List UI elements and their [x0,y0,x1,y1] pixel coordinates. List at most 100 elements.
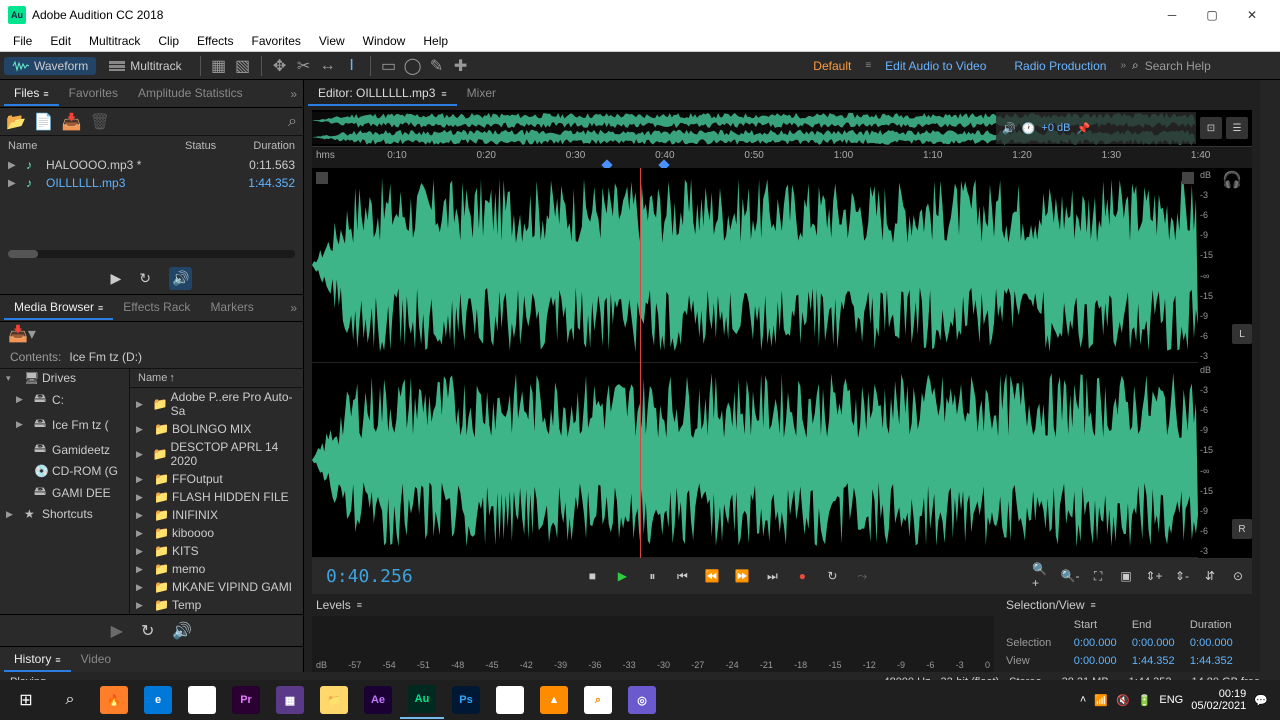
view-dur[interactable]: 1:44.352 [1190,655,1248,667]
folder-item[interactable]: ▶📁MKANE VIPIND GAMI [130,578,303,596]
fast-forward-button[interactable]: ⏩ [732,566,752,586]
tray-network-icon[interactable]: 📶 [1094,694,1108,707]
gain-value[interactable]: +0 dB [1041,122,1070,134]
expand-icon[interactable]: ▶ [8,160,26,171]
panel-overflow-icon[interactable]: » [290,87,297,101]
lasso-tool[interactable]: ◯ [401,55,425,77]
menu-effects[interactable]: Effects [188,32,242,50]
go-to-start-button[interactable]: ⏮ [672,566,692,586]
pause-button[interactable]: ⏸ [642,566,662,586]
channel-r-label[interactable]: R [1232,519,1252,539]
horizontal-scrollbar[interactable] [8,250,295,258]
tab-favorites[interactable]: Favorites [59,82,128,106]
close-button[interactable]: ✕ [1232,1,1272,29]
menu-file[interactable]: File [4,32,41,50]
hud-button[interactable]: ⊡ [1200,117,1222,139]
folder-item[interactable]: ▶📁kiboooo [130,524,303,542]
tray-language[interactable]: ENG [1159,694,1183,706]
folder-item[interactable]: ▶📁FLASH HIDDEN FILE [130,488,303,506]
zoom-selection-button[interactable]: ▣ [1116,566,1136,586]
expand-icon[interactable]: ▶ [8,178,26,189]
stop-button[interactable]: ■ [582,566,602,586]
rewind-button[interactable]: ⏪ [702,566,722,586]
multitrack-view-toggle[interactable]: Multitrack [100,57,189,75]
channel-toggle-l[interactable] [316,172,328,184]
zoom-full-button[interactable]: ⛶ [1088,566,1108,586]
channel-l-label[interactable]: L [1232,324,1252,344]
view-spectral-button[interactable]: ▦ [207,55,231,77]
headphone-icon[interactable]: 🎧 [1222,170,1240,188]
import-button[interactable]: 📥 [62,112,82,132]
taskbar-app4[interactable]: ⌕ [576,681,620,719]
preview-auto-button[interactable]: 🔊 [169,267,192,290]
menu-favorites[interactable]: Favorites [243,32,310,50]
brush-tool[interactable]: ✎ [425,55,449,77]
start-button[interactable]: ⊞ [4,681,48,719]
col-status[interactable]: Status [185,140,235,152]
col-name[interactable]: Name [8,140,185,152]
channel-toggle-l2[interactable] [1182,172,1194,184]
tree-shortcuts[interactable]: ▶★ Shortcuts [0,505,129,523]
name-col[interactable]: Name [138,372,167,384]
waveform-view-toggle[interactable]: Waveform [4,57,96,75]
tray-chevron-icon[interactable]: ˄ [1080,694,1086,706]
healing-tool[interactable]: ✚ [449,55,473,77]
tab-editor[interactable]: Editor: OILLLLLL.mp3≡ [308,82,457,106]
contents-path[interactable]: Ice Fm tz (D:) [69,350,142,364]
tree-drive[interactable]: ▶🖴C: [0,387,129,412]
tray-notifications-icon[interactable]: 💬 [1254,694,1268,707]
tab-markers[interactable]: Markers [200,296,263,320]
menu-help[interactable]: Help [414,32,457,50]
time-selection-tool[interactable]: I [340,55,364,77]
panel-overflow-icon[interactable]: » [290,301,297,315]
go-to-end-button[interactable]: ⏭ [762,566,782,586]
taskbar-aftereffects[interactable]: Ae [356,681,400,719]
open-file-button[interactable]: 📂 [6,112,26,132]
taskbar-app[interactable]: 🔥 [92,681,136,719]
search-button[interactable]: ⌕ [48,681,92,719]
tab-mixer[interactable]: Mixer [457,82,506,106]
list-view-button[interactable]: ☰ [1226,117,1248,139]
mb-auto-button[interactable]: 🔊 [172,621,192,641]
waveform-display[interactable]: dB -3 -6 -9 -15 -∞ -15 -9 -6 -3 dB -3 -6… [312,168,1252,558]
sel-end[interactable]: 0:00.000 [1132,637,1190,649]
folder-item[interactable]: ▶📁DESCTOP APRL 14 2020 [130,438,303,470]
tree-drive[interactable]: 🖴GAMI DEE [0,480,129,505]
zoom-out-amp-button[interactable]: ⇕- [1172,566,1192,586]
menu-window[interactable]: Window [354,32,415,50]
taskbar-photoshop[interactable]: Ps [444,681,488,719]
filter-button[interactable]: ⌕ [288,113,297,131]
tree-drive[interactable]: 💿CD-ROM (G [0,462,129,480]
taskbar-app5[interactable]: ◎ [620,681,664,719]
folder-item[interactable]: ▶📁FFOutput [130,470,303,488]
zoom-out-button[interactable]: 🔍- [1060,566,1080,586]
menu-clip[interactable]: Clip [149,32,188,50]
preview-play-button[interactable]: ▶ [111,270,122,287]
tab-amplitude-stats[interactable]: Amplitude Statistics [128,82,253,106]
view-start[interactable]: 0:00.000 [1074,655,1132,667]
pin-icon[interactable]: 📌 [1076,122,1090,135]
overview-waveform[interactable]: 🔊 🕐 +0 dB 📌 ⊡ ☰ [312,110,1252,146]
playhead-line[interactable] [640,168,641,558]
timecode-display[interactable]: 0:40.256 [316,566,423,587]
workspace-default[interactable]: Default [799,59,865,73]
tray-volume-icon[interactable]: 🔇 [1116,694,1130,707]
import-media-button[interactable]: 📥▾ [8,324,36,344]
workspace-radio[interactable]: Radio Production [1000,59,1120,73]
taskbar-premiere[interactable]: Pr [224,681,268,719]
view-pitch-button[interactable]: ▧ [231,55,255,77]
sel-start[interactable]: 0:00.000 [1074,637,1132,649]
zoom-in-amp-button[interactable]: ⇕+ [1144,566,1164,586]
menu-edit[interactable]: Edit [41,32,80,50]
tree-drive[interactable]: 🖴Gamideetz [0,437,129,462]
folder-item[interactable]: ▶📁Temp [130,596,303,614]
play-button[interactable]: ▶ [612,566,632,586]
skip-selection-button[interactable]: ⤳ [852,566,872,586]
folder-item[interactable]: ▶📁INIFINIX [130,506,303,524]
taskbar-app2[interactable]: ▦ [268,681,312,719]
taskbar-vlc[interactable]: ▲ [532,681,576,719]
folder-item[interactable]: ▶📁KITS [130,542,303,560]
tab-video[interactable]: Video [71,648,121,672]
record-button[interactable]: ● [792,566,812,586]
taskbar-store[interactable]: 🛍 [180,681,224,719]
